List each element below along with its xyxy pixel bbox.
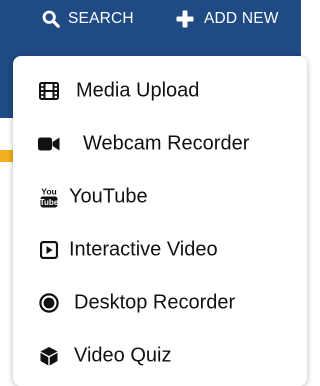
video-camera-icon	[38, 133, 60, 155]
add-new-button[interactable]: ADD NEW	[176, 10, 279, 28]
menu-item-webcam-recorder[interactable]: Webcam Recorder	[13, 122, 299, 166]
plus-icon	[176, 10, 194, 28]
menu-item-label: YouTube	[69, 185, 148, 208]
search-button[interactable]: SEARCH	[42, 10, 134, 28]
cube-icon	[38, 345, 60, 367]
svg-text:You: You	[41, 187, 56, 197]
add-new-dropdown-menu: Media Upload Webcam Recorder You Tube Yo…	[13, 56, 307, 386]
menu-item-label: Video Quiz	[74, 344, 172, 367]
search-icon	[42, 10, 60, 28]
menu-item-label: Interactive Video	[69, 238, 218, 261]
menu-item-label: Media Upload	[76, 79, 200, 102]
menu-item-label: Desktop Recorder	[74, 291, 236, 314]
menu-item-desktop-recorder[interactable]: Desktop Recorder	[13, 281, 299, 325]
record-circle-icon	[38, 292, 60, 314]
youtube-icon: You Tube	[38, 186, 60, 208]
svg-text:Tube: Tube	[40, 198, 58, 207]
menu-item-video-quiz[interactable]: Video Quiz	[13, 334, 299, 378]
menu-item-interactive-video[interactable]: Interactive Video	[13, 228, 299, 272]
play-square-icon	[38, 239, 60, 261]
menu-item-label: Webcam Recorder	[83, 132, 250, 155]
background-accent	[0, 150, 13, 162]
menu-item-media-upload[interactable]: Media Upload	[13, 69, 299, 113]
search-label: SEARCH	[68, 10, 134, 27]
add-new-label: ADD NEW	[204, 10, 279, 27]
menu-item-youtube[interactable]: You Tube YouTube	[13, 175, 299, 219]
film-icon	[38, 80, 60, 102]
